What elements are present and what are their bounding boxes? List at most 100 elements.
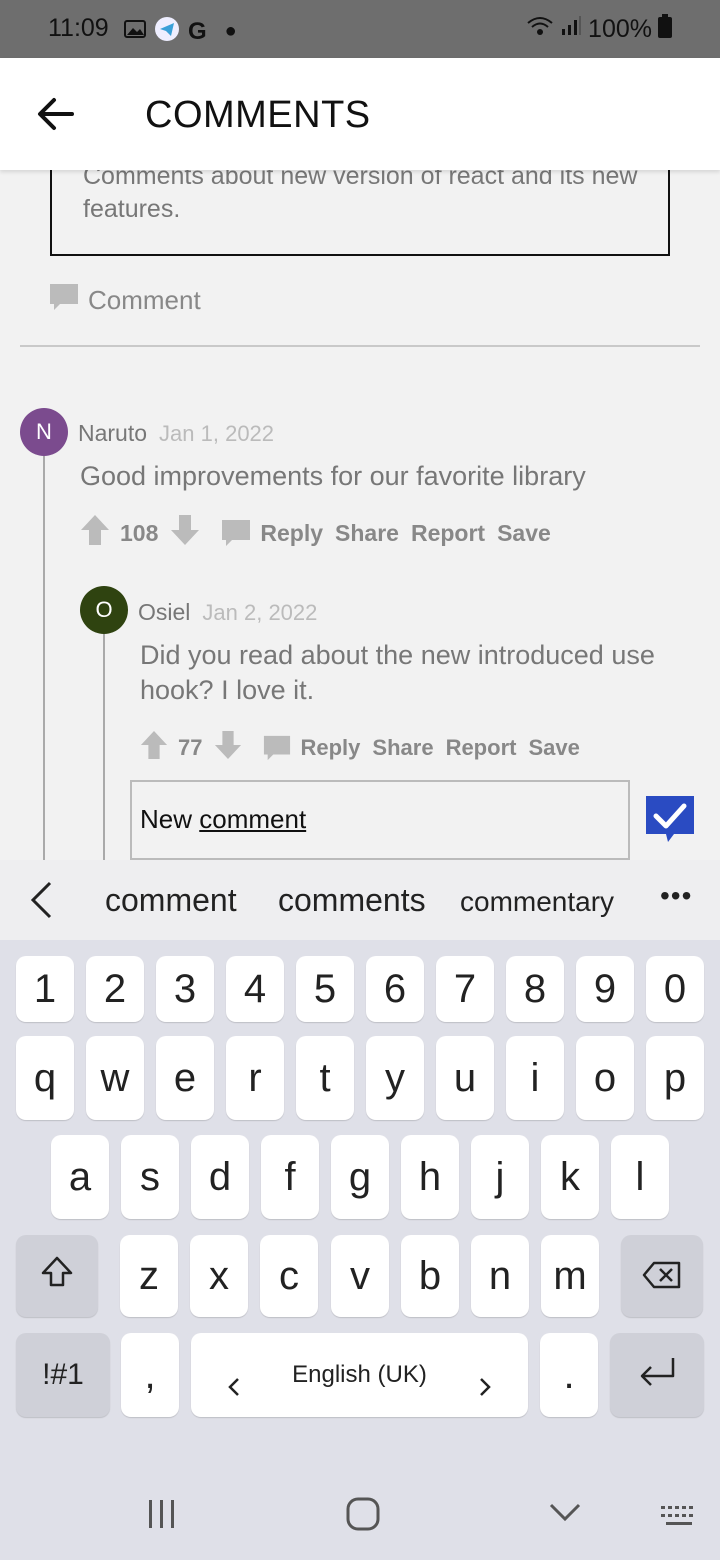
- vote-count: 77: [178, 735, 203, 760]
- comment-actions: 77 Reply Share Report Save: [140, 730, 580, 766]
- key[interactable]: r: [226, 1036, 284, 1120]
- key[interactable]: 3: [156, 956, 214, 1022]
- report-button[interactable]: Report: [411, 520, 485, 547]
- shift-key[interactable]: [16, 1235, 98, 1317]
- thread-line: [43, 456, 45, 860]
- new-comment-input[interactable]: New comment: [130, 780, 630, 860]
- key[interactable]: p: [646, 1036, 704, 1120]
- chevron-left-icon[interactable]: [28, 880, 54, 925]
- key[interactable]: n: [471, 1235, 529, 1317]
- comment-date: Jan 1, 2022: [159, 421, 275, 446]
- key[interactable]: w: [86, 1036, 144, 1120]
- key[interactable]: 2: [86, 956, 144, 1022]
- symbols-key[interactable]: !#1: [16, 1333, 110, 1417]
- upvote-icon[interactable]: [140, 730, 168, 766]
- key[interactable]: x: [190, 1235, 248, 1317]
- dot-icon: ●: [224, 20, 237, 42]
- avatar[interactable]: O: [80, 586, 128, 634]
- save-button[interactable]: Save: [497, 520, 551, 547]
- key[interactable]: z: [120, 1235, 178, 1317]
- back-arrow-icon[interactable]: [36, 94, 76, 134]
- reply-button[interactable]: Reply: [262, 734, 360, 762]
- key[interactable]: 6: [366, 956, 424, 1022]
- key[interactable]: 4: [226, 956, 284, 1022]
- save-button[interactable]: Save: [528, 735, 579, 761]
- chevron-right-icon: [478, 1363, 492, 1408]
- key[interactable]: u: [436, 1036, 494, 1120]
- key[interactable]: o: [576, 1036, 634, 1120]
- battery-icon: [658, 14, 672, 45]
- new-comment-word: New: [140, 804, 193, 834]
- key[interactable]: l: [611, 1135, 669, 1219]
- submit-check-icon[interactable]: [644, 794, 696, 846]
- comments-content[interactable]: Comments about new version of react and …: [0, 170, 720, 860]
- key[interactable]: 1: [16, 956, 74, 1022]
- key[interactable]: y: [366, 1036, 424, 1120]
- share-button[interactable]: Share: [372, 735, 433, 761]
- comment-text: Did you read about the new introduced us…: [140, 640, 655, 705]
- report-button[interactable]: Report: [446, 735, 517, 761]
- recent-apps-icon[interactable]: [146, 1498, 178, 1535]
- comment-author[interactable]: Osiel: [138, 599, 190, 626]
- home-icon[interactable]: [345, 1496, 381, 1537]
- comment-date: Jan 2, 2022: [202, 600, 318, 625]
- app-bar: COMMENTS: [0, 58, 720, 170]
- downvote-icon[interactable]: [214, 730, 242, 766]
- key[interactable]: c: [260, 1235, 318, 1317]
- key[interactable]: s: [121, 1135, 179, 1219]
- space-key[interactable]: English (UK): [191, 1333, 528, 1417]
- more-options-icon[interactable]: •••: [660, 880, 692, 912]
- key[interactable]: 8: [506, 956, 564, 1022]
- chevron-left-icon: [227, 1363, 241, 1408]
- key[interactable]: m: [541, 1235, 599, 1317]
- status-time: 11:09: [48, 14, 109, 42]
- downvote-icon[interactable]: [170, 514, 200, 552]
- avatar[interactable]: N: [20, 408, 68, 456]
- key[interactable]: t: [296, 1036, 354, 1120]
- post-description: Comments about new version of react and …: [83, 170, 638, 223]
- key[interactable]: v: [331, 1235, 389, 1317]
- vote-count: 108: [120, 519, 159, 546]
- post-card: Comments about new version of react and …: [50, 170, 670, 256]
- comment-meta: Osiel Jan 2, 2022: [138, 599, 317, 626]
- key[interactable]: g: [331, 1135, 389, 1219]
- key[interactable]: 9: [576, 956, 634, 1022]
- telegram-icon: [154, 16, 180, 47]
- key[interactable]: d: [191, 1135, 249, 1219]
- key[interactable]: q: [16, 1036, 74, 1120]
- google-icon: G: [188, 17, 207, 45]
- key[interactable]: e: [156, 1036, 214, 1120]
- comment-button[interactable]: Comment: [48, 282, 201, 319]
- key[interactable]: f: [261, 1135, 319, 1219]
- status-bar: 11:09 G ● 100%: [0, 0, 720, 58]
- period-key[interactable]: .: [540, 1333, 598, 1417]
- suggestion-item[interactable]: comments: [278, 882, 426, 919]
- enter-key[interactable]: [610, 1333, 704, 1417]
- key[interactable]: 7: [436, 956, 494, 1022]
- shift-icon: [40, 1254, 74, 1299]
- key[interactable]: k: [541, 1135, 599, 1219]
- key[interactable]: j: [471, 1135, 529, 1219]
- language-label: English (UK): [292, 1361, 427, 1388]
- key[interactable]: a: [51, 1135, 109, 1219]
- comment-actions: 108 Reply Share Report Save: [80, 514, 551, 552]
- key[interactable]: h: [401, 1135, 459, 1219]
- keyboard-icon[interactable]: [660, 1504, 698, 1533]
- backspace-icon: [642, 1254, 682, 1299]
- divider: [20, 345, 700, 347]
- key[interactable]: 5: [296, 956, 354, 1022]
- key[interactable]: i: [506, 1036, 564, 1120]
- suggestion-item[interactable]: commentary: [460, 886, 614, 918]
- upvote-icon[interactable]: [80, 514, 110, 552]
- comma-key[interactable]: ,: [121, 1333, 179, 1417]
- signal-icon: [560, 15, 582, 44]
- suggestion-item[interactable]: comment: [105, 882, 237, 919]
- backspace-key[interactable]: [621, 1235, 703, 1317]
- hide-keyboard-icon[interactable]: [548, 1502, 582, 1529]
- thread-line: [103, 634, 105, 860]
- comment-author[interactable]: Naruto: [78, 420, 147, 447]
- key[interactable]: b: [401, 1235, 459, 1317]
- reply-button[interactable]: Reply: [220, 518, 323, 548]
- key[interactable]: 0: [646, 956, 704, 1022]
- share-button[interactable]: Share: [335, 520, 399, 547]
